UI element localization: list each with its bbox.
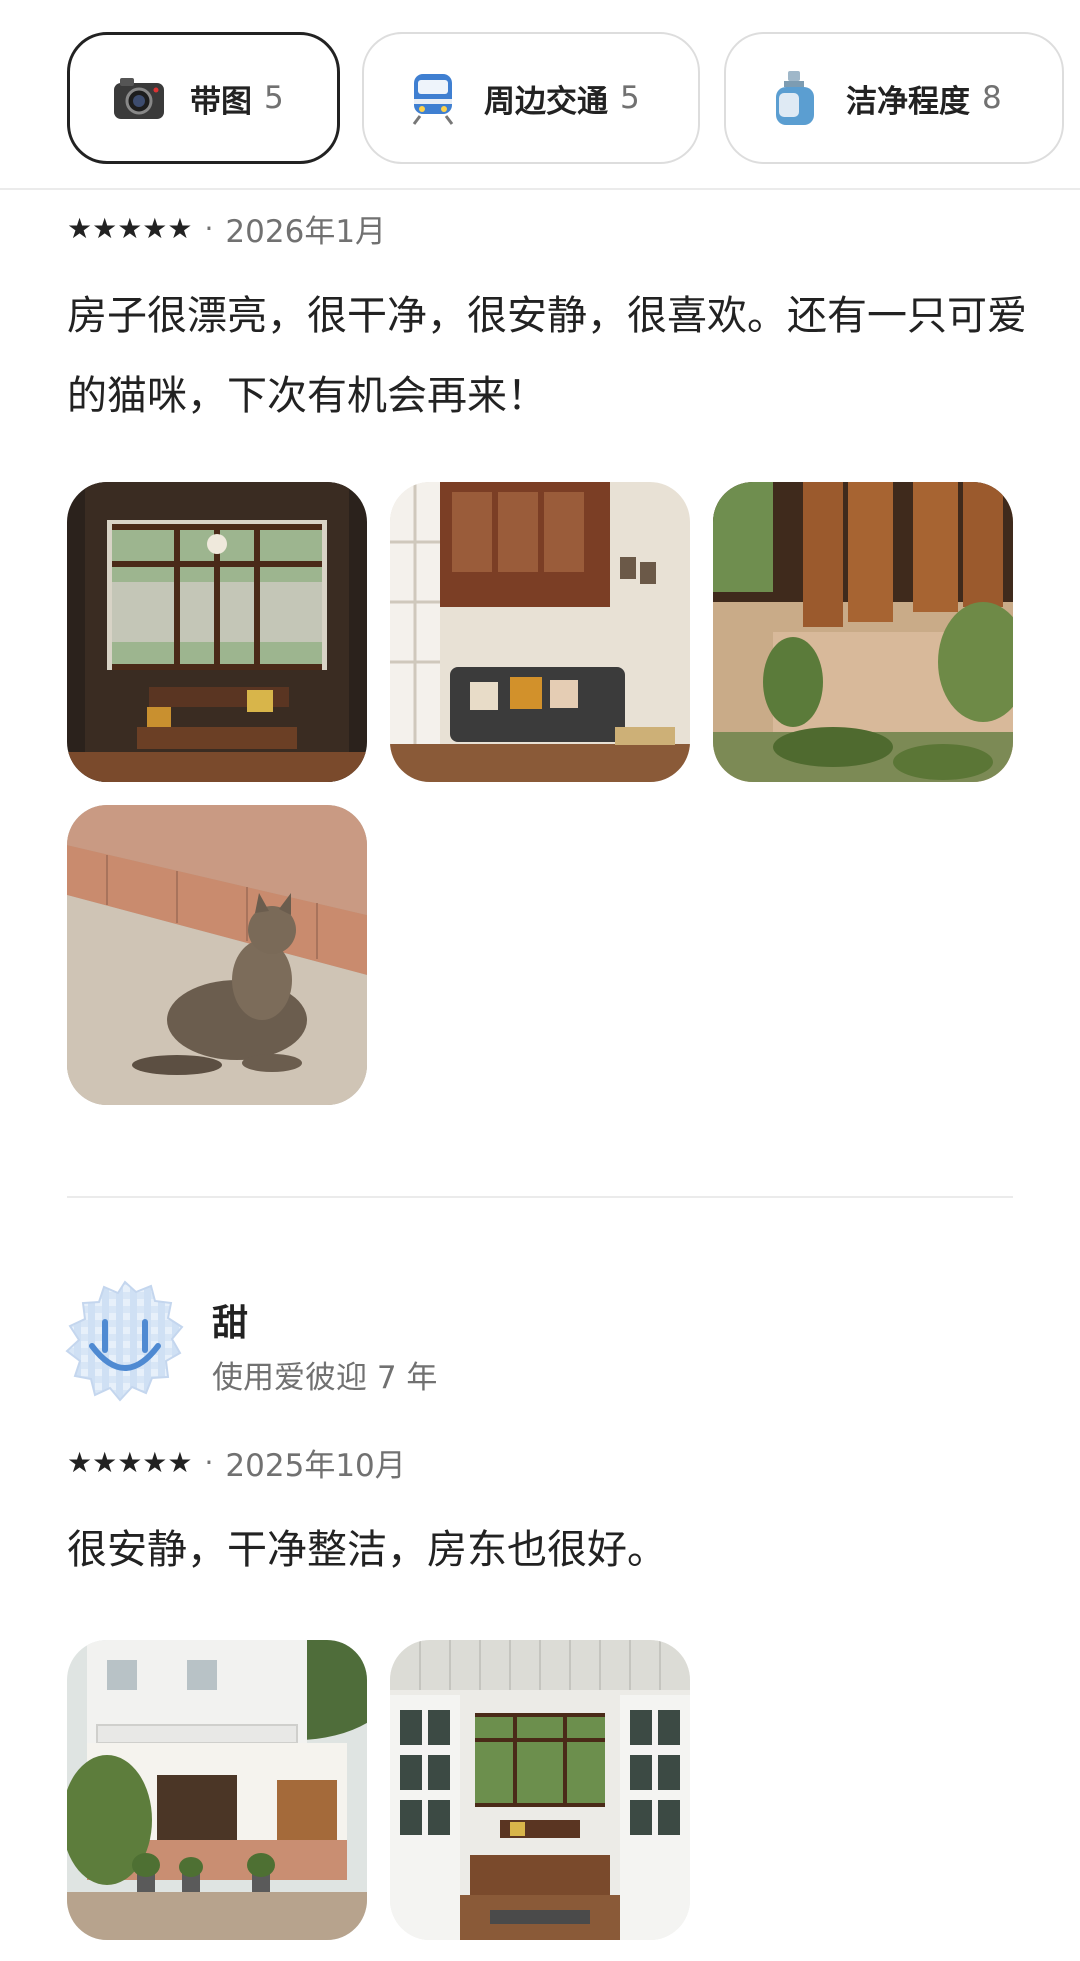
star-rating: ★★★★★ — [67, 211, 193, 245]
review-rating-row: ★★★★★ · 2026年1月 — [67, 206, 386, 251]
review-date: 2026年1月 — [225, 214, 387, 250]
filter-chip-photos[interactable]: 带图 5 — [67, 32, 340, 164]
filter-chip-label: 带图 — [190, 83, 252, 120]
filter-chip-transport[interactable]: 周边交通 5 — [362, 32, 700, 164]
review-rating-row: ★★★★★ · 2025年10月 — [67, 1440, 406, 1485]
filter-chip-count: 5 — [620, 80, 640, 116]
camera-icon — [110, 69, 168, 127]
filter-chip-label: 洁净程度 — [846, 83, 970, 120]
reviewer-name[interactable]: 甜 — [212, 1294, 248, 1346]
filter-chip-label: 周边交通 — [484, 83, 608, 120]
review-photo[interactable] — [390, 1640, 690, 1940]
review-photo[interactable] — [67, 805, 367, 1105]
review-photo[interactable] — [713, 482, 1013, 782]
filter-chip-count: 5 — [264, 80, 284, 116]
review-text: 很安静，干净整洁，房东也很好。 — [67, 1527, 667, 1573]
filter-bar: 带图 5 周边交通 5 洁净程度 8 — [0, 0, 1080, 190]
separator-dot: · — [204, 1446, 214, 1479]
review-photo[interactable] — [390, 482, 690, 782]
star-rating: ★★★★★ — [67, 1445, 193, 1479]
reviewer-avatar[interactable] — [60, 1278, 190, 1408]
reviewer-membership: 使用爱彼迎 7 年 — [212, 1360, 438, 1396]
train-icon — [404, 69, 462, 127]
review-divider — [67, 1196, 1013, 1198]
review-photo[interactable] — [67, 1640, 367, 1940]
review-date: 2025年10月 — [225, 1448, 406, 1484]
soap-icon — [766, 69, 824, 127]
review-photo[interactable] — [67, 482, 367, 782]
filter-chip-count: 8 — [982, 80, 1002, 116]
filter-chip-cleanliness[interactable]: 洁净程度 8 — [724, 32, 1064, 164]
separator-dot: · — [204, 212, 214, 245]
review-text: 房子很漂亮，很干净，很安静，很喜欢。还有一只可爱的猫咪，下次有机会再来！ — [67, 293, 1027, 419]
